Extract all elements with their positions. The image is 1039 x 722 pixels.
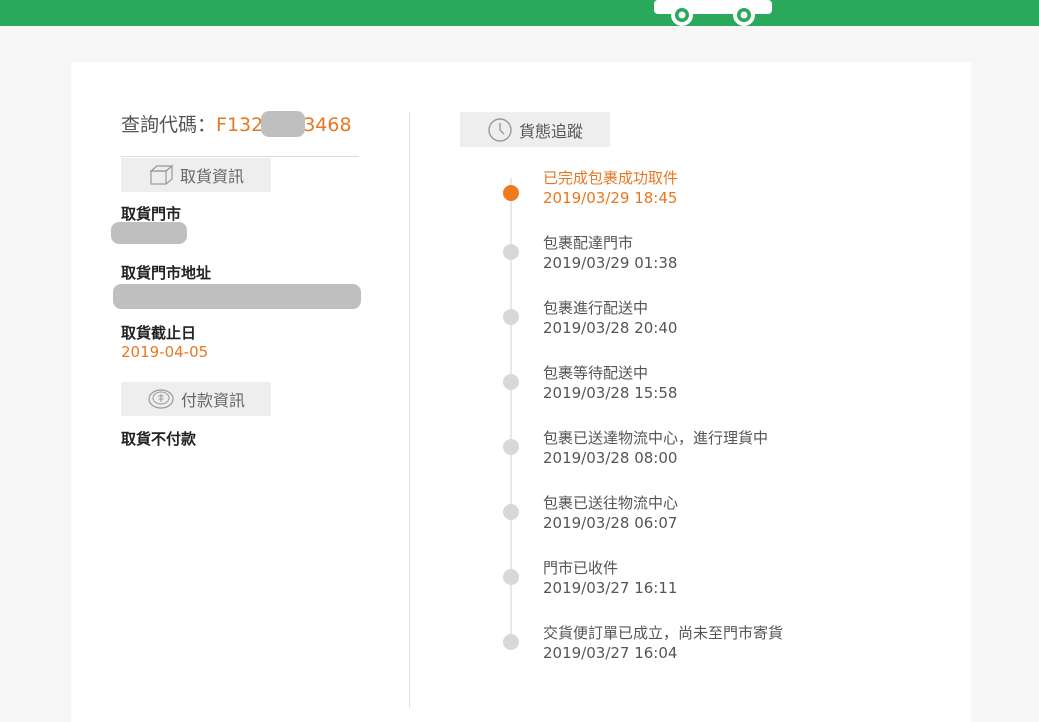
event-status: 已完成包裹成功取件 [543,169,679,187]
event-status: 包裹進行配送中 [543,299,649,317]
timeline-dot [503,439,519,455]
timeline-dot [503,244,519,260]
query-code-label: 查詢代碼： [121,114,217,136]
top-header-bar [0,0,1039,26]
timeline-event: 門市已收件 2019/03/27 16:11 [71,558,677,608]
tracking-tab-label: 貨態追蹤 [518,121,583,141]
timeline-event: 包裹等待配送中 2019/03/28 15:58 [71,363,677,413]
event-status: 交貨便訂單已成立，尚未至門市寄貨 [543,624,784,642]
event-time: 2019/03/27 16:04 [543,644,678,662]
event-status: 包裹已送往物流中心 [543,494,679,512]
timeline-dot [503,569,519,585]
event-time: 2019/03/28 06:07 [543,514,678,532]
delivery-truck-icon [654,0,772,26]
event-time: 2019/03/29 01:38 [543,254,678,272]
timeline-dot-active [503,185,519,201]
query-code: 查詢代碼：F132 3468 [121,110,352,139]
timeline-event: 包裹已送往物流中心 2019/03/28 06:07 [71,493,678,543]
event-time: 2019/03/28 20:40 [543,319,678,337]
timeline-event: 包裹配達門市 2019/03/29 01:38 [71,233,677,283]
tracking-tab: 貨態追蹤 [460,112,610,147]
timeline-event: 交貨便訂單已成立，尚未至門市寄貨 2019/03/27 16:04 [71,623,783,673]
divider [121,156,359,157]
event-status: 門市已收件 [543,559,619,577]
event-time: 2019/03/28 15:58 [543,384,678,402]
redacted-block [261,110,306,137]
timeline-dot [503,504,519,520]
timeline-dot [503,374,519,390]
event-status: 包裹已送達物流中心，進行理貨中 [543,429,769,447]
event-time: 2019/03/29 18:45 [543,189,678,207]
event-status: 包裹等待配送中 [543,364,649,382]
timeline-dot [503,309,519,325]
query-code-value: F132 3468 [216,110,352,137]
event-time: 2019/03/28 08:00 [543,449,678,467]
clock-icon [488,117,512,142]
timeline-event: 包裹進行配送中 2019/03/28 20:40 [71,298,677,348]
timeline-dot [503,634,519,650]
event-status: 包裹配達門市 [543,234,634,252]
event-time: 2019/03/27 16:11 [543,579,678,597]
shipment-detail-card: 查詢代碼：F132 3468 取貨資訊 取貨門市 取貨門市地址 取貨截止日 201… [71,62,971,722]
timeline-event: 包裹已送達物流中心，進行理貨中 2019/03/28 08:00 [71,428,768,478]
timeline-event: 已完成包裹成功取件 2019/03/29 18:45 [71,168,678,218]
